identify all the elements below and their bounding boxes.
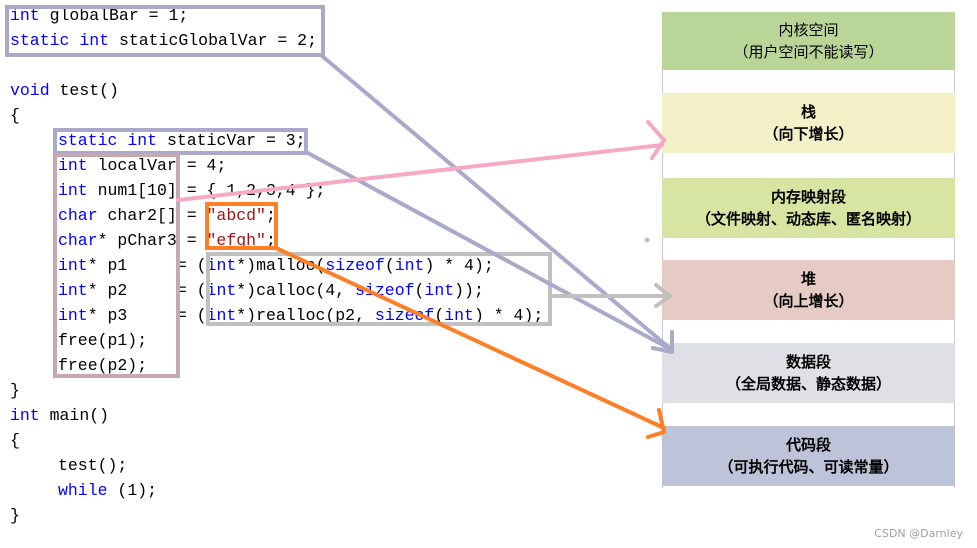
arrows-layer	[176, 54, 674, 439]
heap-arrow	[550, 283, 672, 308]
stray-dot	[644, 237, 650, 243]
local-to-stack-arrow	[176, 120, 666, 202]
global-to-data-arrow	[320, 54, 674, 354]
static-to-data-arrow	[304, 150, 674, 352]
watermark: CSDN @Darnley	[874, 527, 963, 540]
literal-to-code-arrow	[274, 246, 666, 439]
